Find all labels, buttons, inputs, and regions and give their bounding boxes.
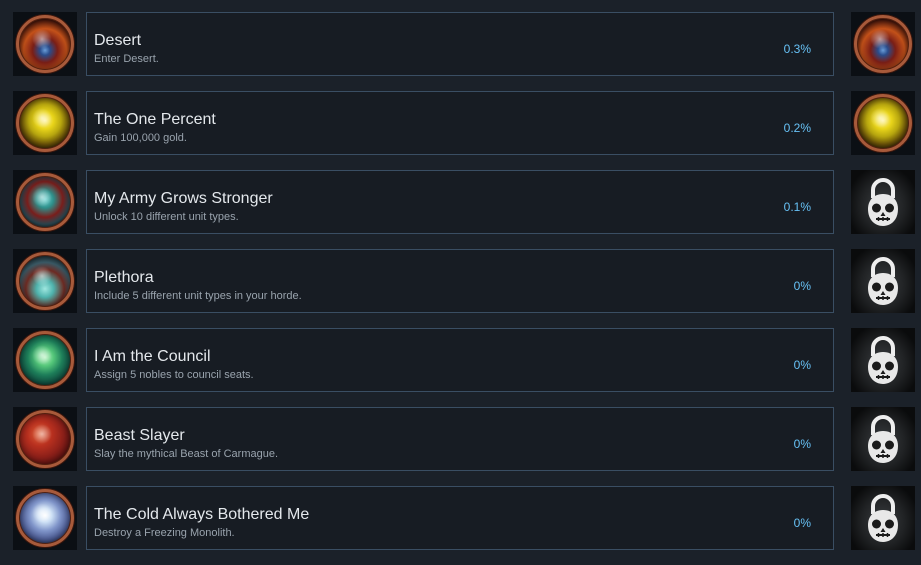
- desert-achievement-icon: [851, 12, 915, 76]
- achievement-row-my-army-grows-stronger[interactable]: My Army Grows Stronger Unlock 10 differe…: [0, 170, 921, 249]
- achievement-unlock-percent: 0%: [793, 279, 811, 293]
- achievement-title: I Am the Council: [94, 348, 211, 365]
- achievement-title: Plethora: [94, 269, 154, 286]
- gold-treasure-achievement-icon: [13, 91, 77, 155]
- achievement-list: Desert Enter Desert. 0.3% The One Percen…: [0, 0, 921, 558]
- achievement-row-the-one-percent[interactable]: The One Percent Gain 100,000 gold. 0.2%: [0, 91, 921, 170]
- gold-treasure-achievement-icon: [851, 91, 915, 155]
- achievement-title: My Army Grows Stronger: [94, 190, 273, 207]
- achievement-unlock-percent: 0%: [793, 516, 811, 530]
- achievement-row-the-cold-always-bothered-me[interactable]: The Cold Always Bothered Me Destroy a Fr…: [0, 486, 921, 565]
- beast-achievement-icon: [13, 407, 77, 471]
- achievement-unlock-percent: 0%: [793, 358, 811, 372]
- achievement-info: Desert Enter Desert. 0.3%: [86, 12, 834, 76]
- achievement-description: Gain 100,000 gold.: [94, 132, 187, 144]
- army-achievement-icon: [13, 170, 77, 234]
- achievement-info: Beast Slayer Slay the mythical Beast of …: [86, 407, 834, 471]
- achievement-row-plethora[interactable]: Plethora Include 5 different unit types …: [0, 249, 921, 328]
- achievement-title: The Cold Always Bothered Me: [94, 506, 310, 523]
- padlock-icon: [868, 336, 898, 384]
- achievement-description: Include 5 different unit types in your h…: [94, 290, 302, 302]
- padlock-icon: [868, 415, 898, 463]
- achievement-row-beast-slayer[interactable]: Beast Slayer Slay the mythical Beast of …: [0, 407, 921, 486]
- achievement-description: Slay the mythical Beast of Carmague.: [94, 448, 279, 460]
- horde-achievement-icon: [13, 249, 77, 313]
- desert-achievement-icon: [13, 12, 77, 76]
- achievement-description: Assign 5 nobles to council seats.: [94, 369, 254, 381]
- achievement-description: Destroy a Freezing Monolith.: [94, 527, 235, 539]
- achievement-row-desert[interactable]: Desert Enter Desert. 0.3%: [0, 12, 921, 91]
- achievement-unlock-percent: 0.2%: [783, 121, 811, 135]
- achievement-description: Unlock 10 different unit types.: [94, 211, 239, 223]
- locked-padlock-icon: [851, 486, 915, 550]
- ice-monolith-achievement-icon: [13, 486, 77, 550]
- padlock-icon: [868, 178, 898, 226]
- achievement-unlock-percent: 0.3%: [783, 42, 811, 56]
- council-achievement-icon: [13, 328, 77, 392]
- padlock-icon: [868, 257, 898, 305]
- locked-padlock-icon: [851, 407, 915, 471]
- locked-padlock-icon: [851, 170, 915, 234]
- achievement-title: Beast Slayer: [94, 427, 185, 444]
- achievement-info: The One Percent Gain 100,000 gold. 0.2%: [86, 91, 834, 155]
- achievement-title: The One Percent: [94, 111, 216, 128]
- achievement-info: The Cold Always Bothered Me Destroy a Fr…: [86, 486, 834, 550]
- achievement-unlock-percent: 0%: [793, 437, 811, 451]
- achievement-row-i-am-the-council[interactable]: I Am the Council Assign 5 nobles to coun…: [0, 328, 921, 407]
- locked-padlock-icon: [851, 328, 915, 392]
- achievement-description: Enter Desert.: [94, 53, 159, 65]
- locked-padlock-icon: [851, 249, 915, 313]
- padlock-icon: [868, 494, 898, 542]
- achievement-title: Desert: [94, 32, 142, 49]
- achievement-info: I Am the Council Assign 5 nobles to coun…: [86, 328, 834, 392]
- achievement-unlock-percent: 0.1%: [783, 200, 811, 214]
- achievement-info: My Army Grows Stronger Unlock 10 differe…: [86, 170, 834, 234]
- achievement-info: Plethora Include 5 different unit types …: [86, 249, 834, 313]
